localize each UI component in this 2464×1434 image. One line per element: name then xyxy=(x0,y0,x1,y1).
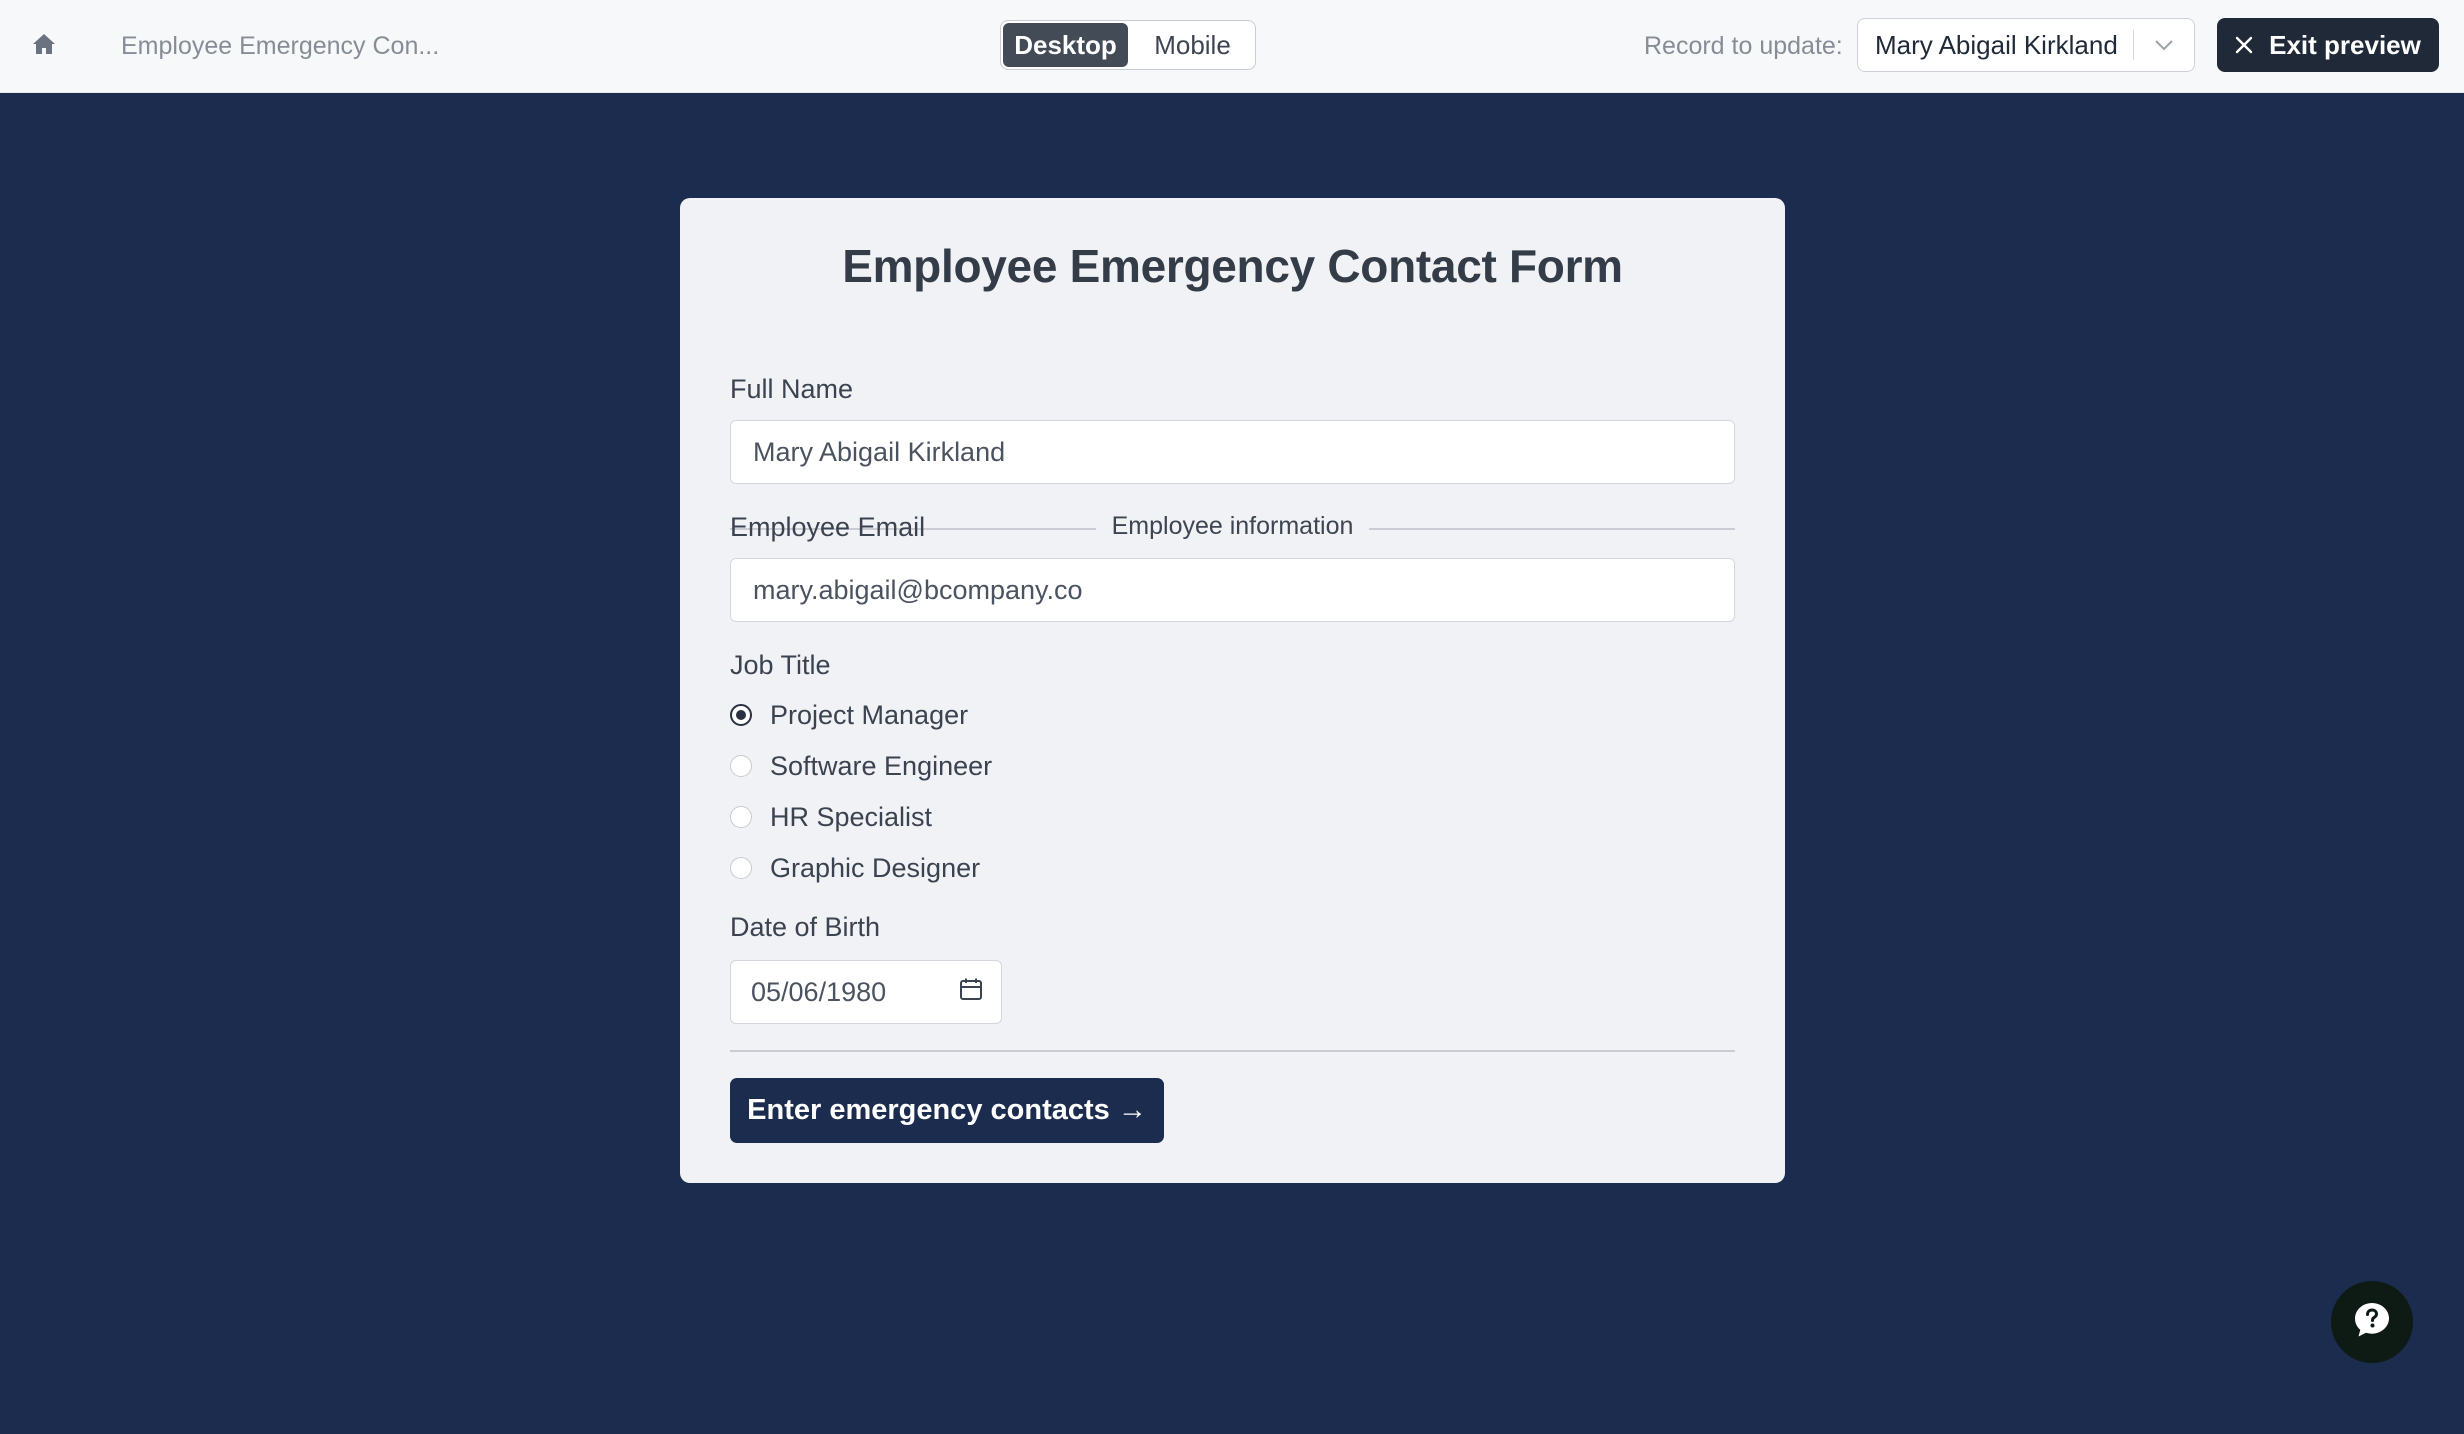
employee-email-label: Employee Email xyxy=(730,512,926,542)
employee-email-input[interactable]: mary.abigail@bcompany.co xyxy=(730,558,1735,622)
exit-preview-button[interactable]: Exit preview xyxy=(2217,18,2439,72)
radio-label: Graphic Designer xyxy=(770,852,981,883)
job-title-label: Job Title xyxy=(730,650,831,680)
job-option-project-manager[interactable]: Project Manager xyxy=(730,696,968,734)
date-of-birth-value: 05/06/1980 xyxy=(751,976,887,1007)
section-title: Employee information xyxy=(1111,512,1354,540)
breadcrumb-form-name[interactable]: Employee Emergency Con... xyxy=(121,29,439,63)
view-mode-toggle: Desktop Mobile xyxy=(1000,20,1256,70)
job-option-software-engineer[interactable]: Software Engineer xyxy=(730,747,992,785)
form-card: Employee Emergency Contact Form Employee… xyxy=(680,198,1785,1183)
home-button[interactable] xyxy=(26,30,62,62)
date-of-birth-input[interactable]: 05/06/1980 xyxy=(730,960,1002,1024)
full-name-label: Full Name xyxy=(730,374,854,404)
radio-label: Project Manager xyxy=(770,699,969,730)
radio-label: Software Engineer xyxy=(770,750,993,781)
job-option-graphic-designer[interactable]: Graphic Designer xyxy=(730,849,980,887)
help-chat-icon xyxy=(2352,1300,2392,1345)
record-select-value: Mary Abigail Kirkland xyxy=(1875,29,2118,60)
form-footer-divider xyxy=(730,1050,1735,1052)
radio-button[interactable] xyxy=(730,857,752,879)
help-chat-button[interactable] xyxy=(2331,1281,2413,1363)
record-select[interactable]: Mary Abigail Kirkland xyxy=(1857,18,2195,72)
full-name-input[interactable]: Mary Abigail Kirkland xyxy=(730,420,1735,484)
divider-line-right xyxy=(1369,528,1736,530)
radio-button[interactable] xyxy=(730,755,752,777)
top-bar: Employee Emergency Con... Desktop Mobile… xyxy=(0,0,2464,93)
exit-preview-label: Exit preview xyxy=(2269,29,2421,60)
radio-button-checked[interactable] xyxy=(730,704,752,726)
radio-label: HR Specialist xyxy=(770,801,933,832)
record-to-update-label: Record to update: xyxy=(1644,32,1843,60)
date-of-birth-label: Date of Birth xyxy=(730,912,881,942)
calendar-icon[interactable] xyxy=(959,977,983,1008)
view-desktop-button[interactable]: Desktop xyxy=(1003,23,1128,67)
enter-emergency-contacts-button[interactable]: Enter emergency contacts → xyxy=(730,1078,1164,1143)
chevron-down-icon[interactable] xyxy=(2134,19,2194,71)
view-mobile-button[interactable]: Mobile xyxy=(1130,21,1255,69)
radio-button[interactable] xyxy=(730,806,752,828)
home-icon xyxy=(32,33,56,60)
close-icon xyxy=(2235,36,2253,54)
job-option-hr-specialist[interactable]: HR Specialist xyxy=(730,798,932,836)
form-title: Employee Emergency Contact Form xyxy=(842,240,1623,292)
